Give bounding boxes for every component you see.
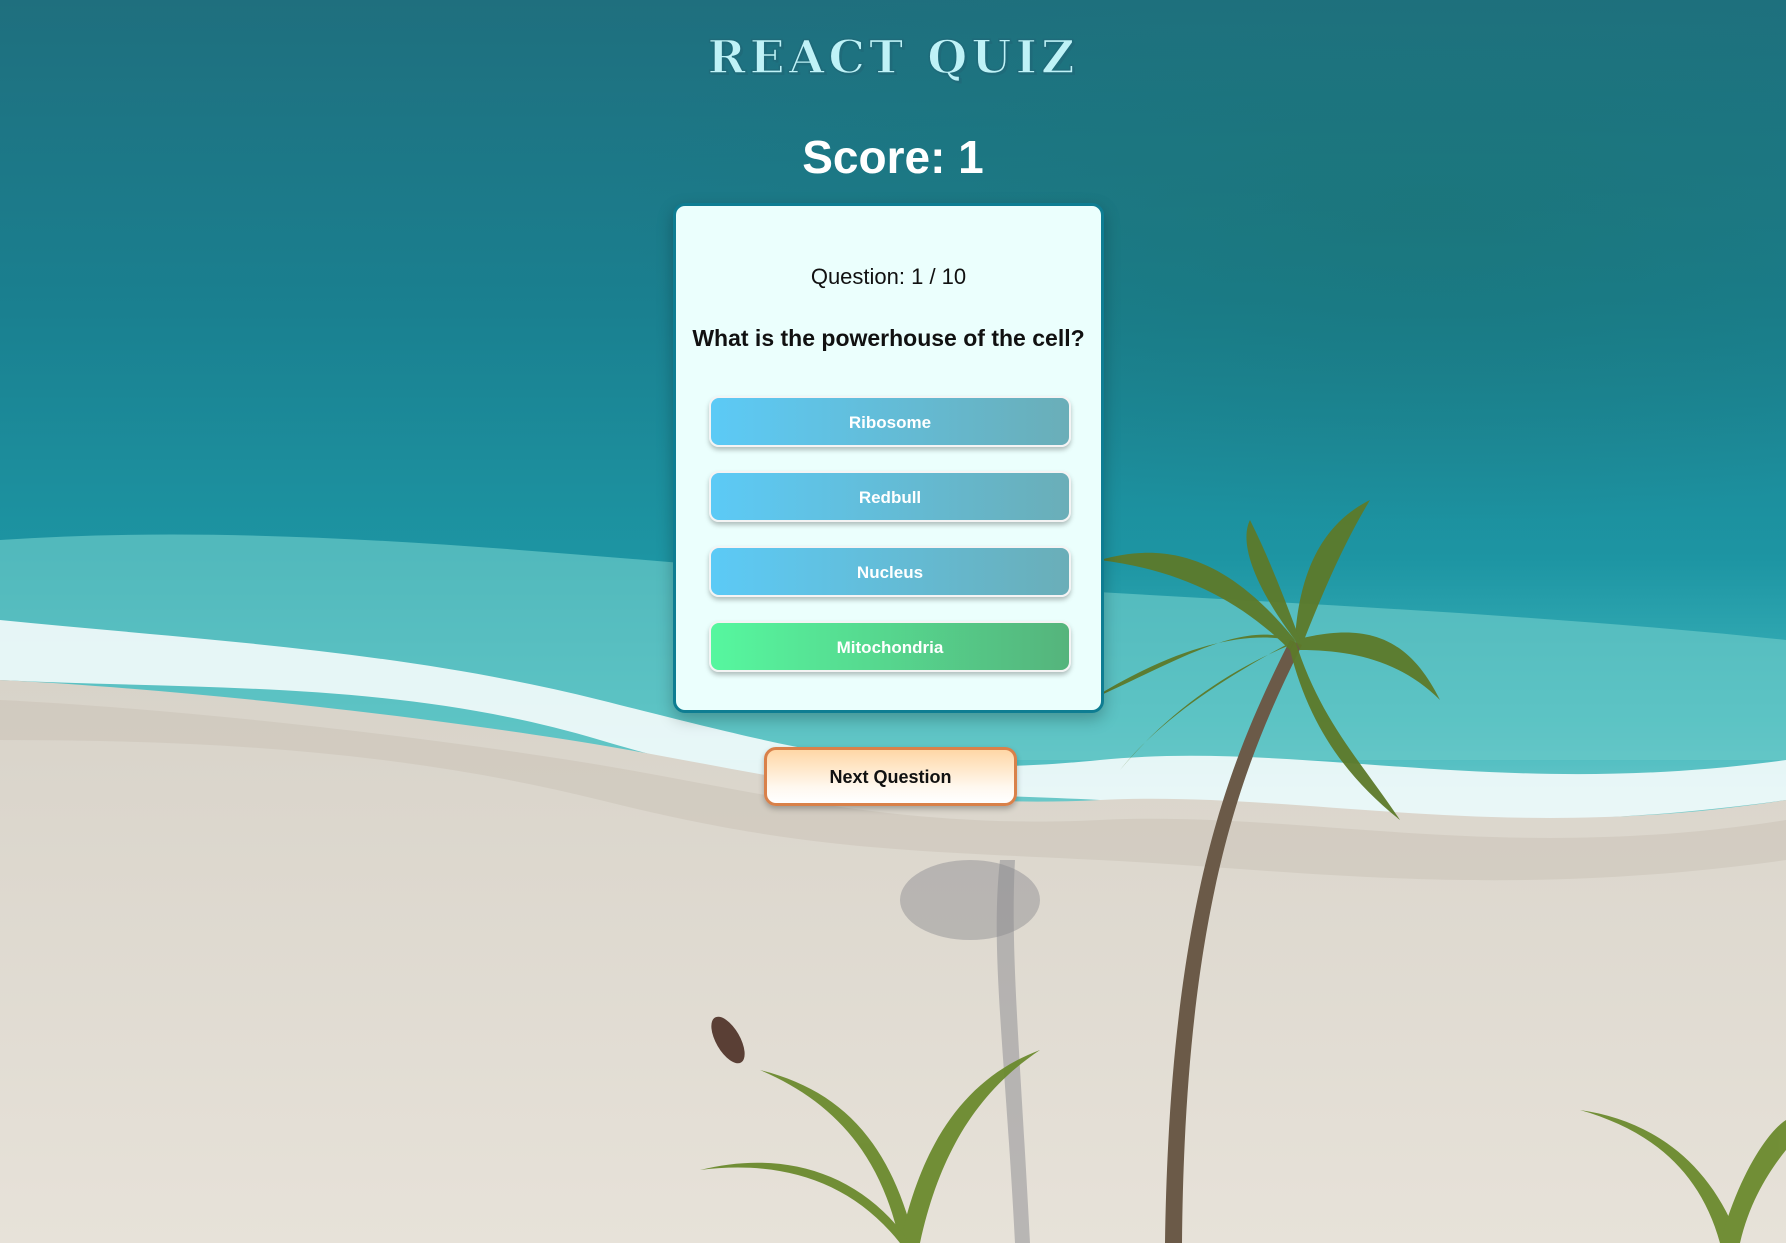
- score-display: Score: 1: [802, 131, 984, 183]
- answer-button-redbull[interactable]: Redbull: [709, 471, 1071, 522]
- next-question-button[interactable]: Next Question: [764, 747, 1017, 806]
- app-title: REACT QUIZ: [707, 29, 1079, 85]
- answer-button-mitochondria[interactable]: Mitochondria: [709, 621, 1071, 672]
- quiz-app: REACT QUIZ Score: 1 Question: 1 / 10 Wha…: [0, 0, 1786, 1243]
- question-counter: Question: 1 / 10: [810, 264, 967, 289]
- answer-button-nucleus[interactable]: Nucleus: [709, 546, 1071, 597]
- question-card: Question: 1 / 10 What is the powerhouse …: [673, 203, 1104, 713]
- question-text: What is the powerhouse of the cell?: [692, 325, 1085, 351]
- answer-button-ribosome[interactable]: Ribosome: [709, 396, 1071, 447]
- answer-list: Ribosome Redbull Nucleus Mitochondria: [709, 396, 1071, 696]
